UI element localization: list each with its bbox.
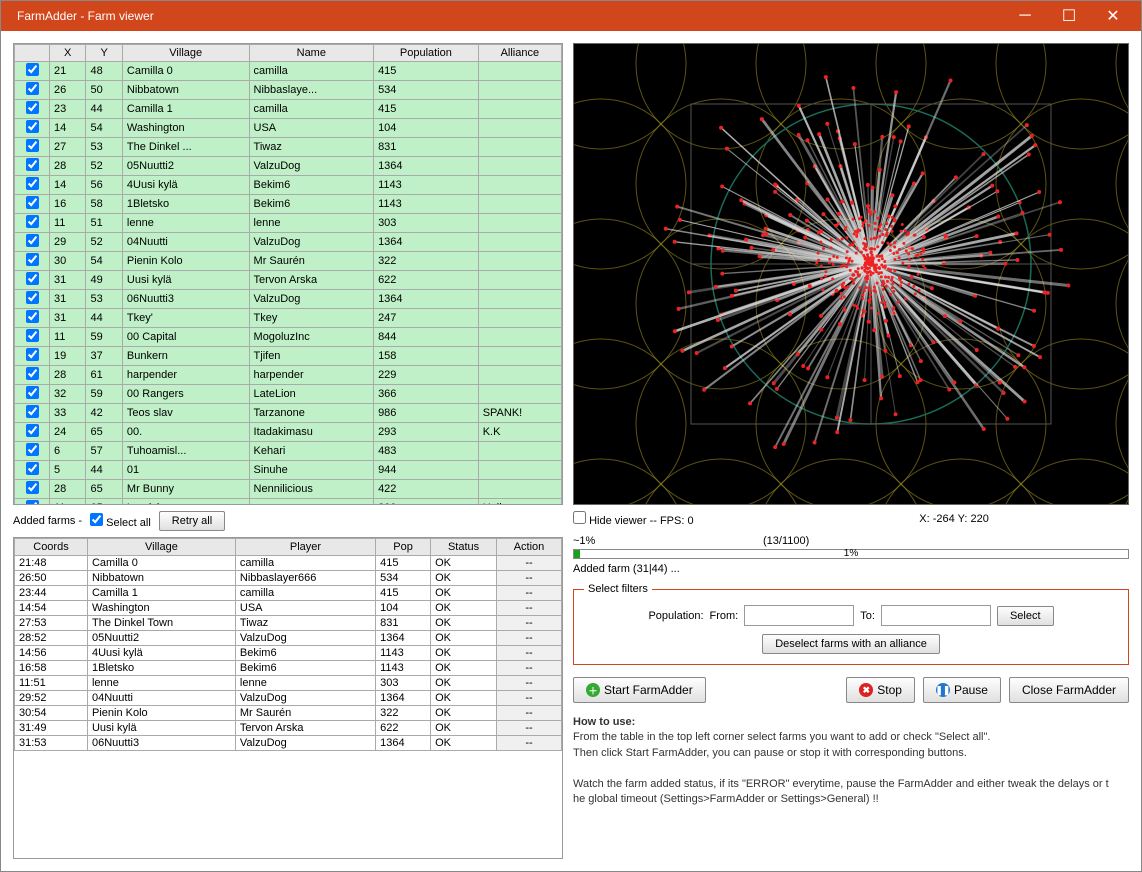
added-farms-label: Added farms -	[13, 515, 82, 527]
table-row[interactable]: 1454WashingtonUSA104	[15, 119, 562, 138]
row-checkbox[interactable]	[26, 82, 39, 95]
table-row[interactable]: 2753The Dinkel ...Tiwaz831	[15, 138, 562, 157]
maximize-button[interactable]: ☐	[1049, 3, 1089, 29]
row-checkbox[interactable]	[26, 291, 39, 304]
table-row[interactable]: 2650NibbatownNibbaslaye...534	[15, 81, 562, 100]
pop-to-input[interactable]	[881, 605, 991, 626]
select-all-checkbox[interactable]: Select all	[90, 513, 151, 529]
help-text: How to use: From the table in the top le…	[573, 711, 1129, 807]
row-checkbox[interactable]	[26, 158, 39, 171]
table-row[interactable]: 31:49Uusi kyläTervon Arska622OK--	[15, 721, 562, 736]
select-filters-group: Select filters Population: From: To: Sel…	[573, 583, 1129, 665]
table-row[interactable]: 21:48Camilla 0camilla415OK--	[15, 556, 562, 571]
row-checkbox[interactable]	[26, 234, 39, 247]
table-row[interactable]: 2148Camilla 0camilla415	[15, 62, 562, 81]
table-row[interactable]: 657Tuhoamisl...Kehari483	[15, 442, 562, 461]
row-checkbox[interactable]	[26, 424, 39, 437]
status-message: Added farm (31|44) ...	[573, 559, 1129, 579]
cursor-coords: X: -264 Y: 220	[919, 513, 1129, 525]
row-checkbox[interactable]	[26, 215, 39, 228]
table-row[interactable]: 1937BunkernTjifen158	[15, 347, 562, 366]
farm-table[interactable]: XYVillageNamePopulationAlliance 2148Cami…	[13, 43, 563, 505]
deselect-alliance-button[interactable]: Deselect farms with an alliance	[762, 634, 940, 654]
table-row[interactable]: 54401Sinuhe944	[15, 461, 562, 480]
table-row[interactable]: 3054Pienin KoloMr Saurén322	[15, 252, 562, 271]
row-checkbox[interactable]	[26, 272, 39, 285]
table-row[interactable]: 16581BletskoBekim61143	[15, 195, 562, 214]
row-checkbox[interactable]	[26, 253, 39, 266]
start-farmadder-button[interactable]: ＋Start FarmAdder	[573, 677, 706, 703]
select-button[interactable]: Select	[997, 606, 1054, 626]
results-table[interactable]: CoordsVillagePlayerPopStatusAction 21:48…	[13, 537, 563, 859]
table-row[interactable]: 30:54Pienin KoloMr Saurén322OK--	[15, 706, 562, 721]
table-row[interactable]: 3144Tkey'Tkey247	[15, 309, 562, 328]
table-row[interactable]: 14:54WashingtonUSA104OK--	[15, 601, 562, 616]
table-row[interactable]: 295204NuuttiValzuDog1364	[15, 233, 562, 252]
row-checkbox[interactable]	[26, 386, 39, 399]
table-row[interactable]: 23:44Camilla 1camilla415OK--	[15, 586, 562, 601]
table-row[interactable]: 31:5306Nuutti3ValzuDog1364OK--	[15, 736, 562, 751]
map-viewer[interactable]	[573, 43, 1129, 505]
progress-bar: 1%	[573, 549, 1129, 559]
table-row[interactable]: 14564Uusi kyläBekim61143	[15, 176, 562, 195]
app-window: FarmAdder - Farm viewer ─ ☐ ✕ XYVillageN…	[0, 0, 1142, 872]
row-checkbox[interactable]	[26, 405, 39, 418]
minimize-button[interactable]: ─	[1005, 3, 1045, 29]
table-row[interactable]: 2861harpenderharpender229	[15, 366, 562, 385]
table-row[interactable]: 3342Teos slavTarzanone986SPANK!	[15, 404, 562, 423]
window-title: FarmAdder - Farm viewer	[9, 9, 1005, 23]
table-row[interactable]: 28:5205Nuutti2ValzuDog1364OK--	[15, 631, 562, 646]
close-button[interactable]: ✕	[1093, 3, 1133, 29]
table-row[interactable]: 16:581BletskoBekim61143OK--	[15, 661, 562, 676]
row-checkbox[interactable]	[26, 310, 39, 323]
progress-count: (13/1100)	[763, 535, 809, 547]
table-row[interactable]: 115900 CapitalMogoluzInc844	[15, 328, 562, 347]
row-checkbox[interactable]	[26, 462, 39, 475]
row-checkbox[interactable]	[26, 481, 39, 494]
close-farmadder-button[interactable]: Close FarmAdder	[1009, 677, 1129, 703]
row-checkbox[interactable]	[26, 348, 39, 361]
table-row[interactable]: 27:53The Dinkel TownTiwaz831OK--	[15, 616, 562, 631]
table-row[interactable]: 2344Camilla 1camilla415	[15, 100, 562, 119]
table-row[interactable]: 246500.Itadakimasu293K.K	[15, 423, 562, 442]
row-checkbox[interactable]	[26, 177, 39, 190]
row-checkbox[interactable]	[26, 63, 39, 76]
row-checkbox[interactable]	[26, 329, 39, 342]
table-row[interactable]: 285205Nuutti2ValzuDog1364	[15, 157, 562, 176]
table-row[interactable]: 3149Uusi kyläTervon Arska622	[15, 271, 562, 290]
row-checkbox[interactable]	[26, 139, 39, 152]
table-row[interactable]: 26:50NibbatownNibbaslayer666534OK--	[15, 571, 562, 586]
pop-from-input[interactable]	[744, 605, 854, 626]
titlebar[interactable]: FarmAdder - Farm viewer ─ ☐ ✕	[1, 1, 1141, 31]
row-checkbox[interactable]	[26, 101, 39, 114]
row-checkbox[interactable]	[26, 120, 39, 133]
hide-viewer-checkbox[interactable]: Hide viewer -- FPS: 0	[573, 511, 694, 527]
table-row[interactable]: 325900 RangersLateLion366	[15, 385, 562, 404]
row-checkbox[interactable]	[26, 367, 39, 380]
table-row[interactable]: 11:51lennelenne303OK--	[15, 676, 562, 691]
table-row[interactable]: 315306Nuutti3ValzuDog1364	[15, 290, 562, 309]
row-checkbox[interactable]	[26, 443, 39, 456]
pause-button[interactable]: ❚❚Pause	[923, 677, 1001, 703]
table-row[interactable]: 29:5204NuuttiValzuDog1364OK--	[15, 691, 562, 706]
table-row[interactable]: 14:564Uusi kyläBekim61143OK--	[15, 646, 562, 661]
retry-all-button[interactable]: Retry all	[159, 511, 225, 531]
table-row[interactable]: 1151lennelenne303	[15, 214, 562, 233]
stop-button[interactable]: ✖Stop	[846, 677, 915, 703]
row-checkbox[interactable]	[26, 196, 39, 209]
table-row[interactable]: 2865Mr BunnyNennilicious422	[15, 480, 562, 499]
progress-pct: ~1%	[573, 535, 763, 547]
